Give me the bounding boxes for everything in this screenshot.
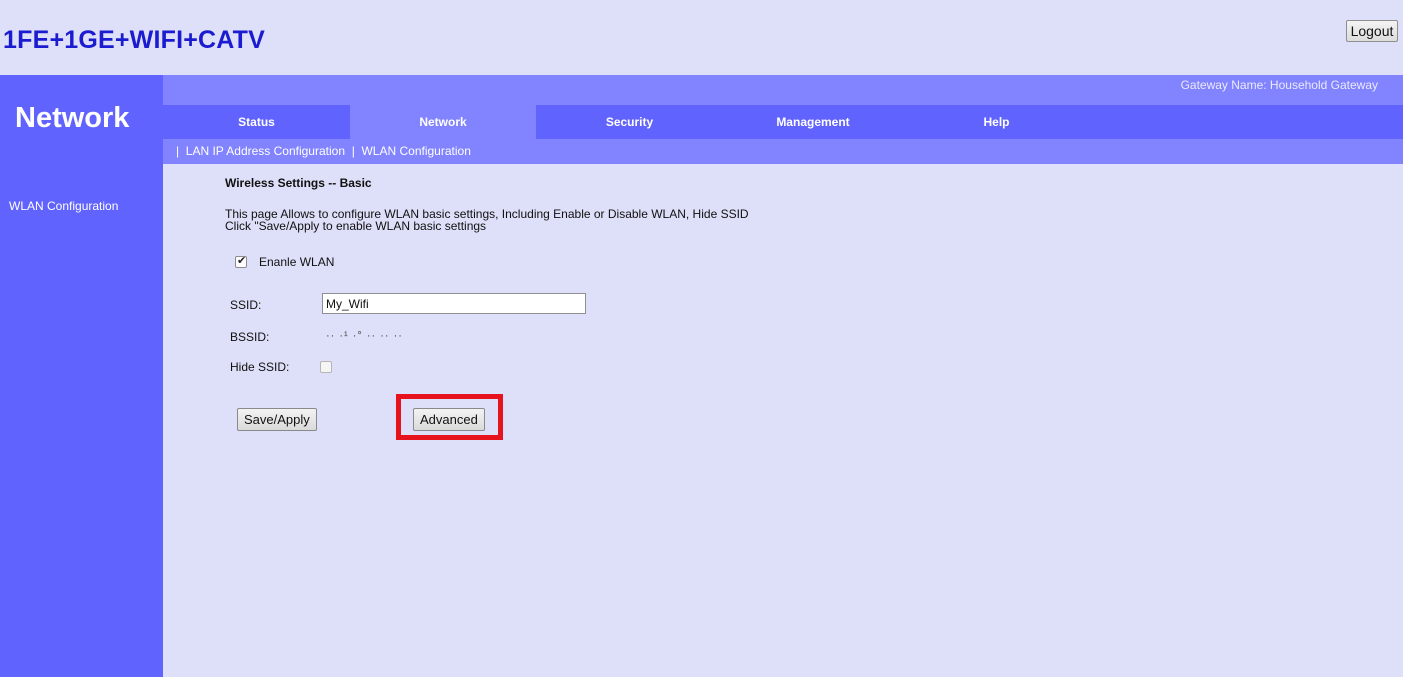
description: This page Allows to configure WLAN basic… (225, 208, 749, 232)
advanced-button[interactable]: Advanced (413, 408, 485, 431)
sidebar-item-wlan-configuration[interactable]: WLAN Configuration (9, 199, 118, 213)
enable-wlan-row: ✔ Enanle WLAN (235, 254, 335, 269)
sidebar: Network WLAN Configuration (0, 75, 163, 677)
main-nav: Status Network Security Management Help (163, 105, 1403, 139)
checkmark-icon: ✔ (237, 254, 247, 267)
sub-nav-wlan-config[interactable]: WLAN Configuration (361, 144, 470, 158)
sub-nav: | LAN IP Address Configuration | WLAN Co… (163, 139, 1403, 164)
bssid-label: BSSID: (230, 330, 270, 344)
tab-management[interactable]: Management (723, 105, 903, 139)
sub-nav-separator: | (176, 144, 180, 158)
hide-ssid-checkbox[interactable] (320, 361, 332, 373)
tab-security[interactable]: Security (536, 105, 723, 139)
enable-wlan-label: Enanle WLAN (259, 255, 335, 269)
tab-help[interactable]: Help (903, 105, 1090, 139)
tab-status[interactable]: Status (163, 105, 350, 139)
tab-network[interactable]: Network (350, 105, 536, 139)
section-title: Wireless Settings -- Basic (225, 176, 372, 190)
main-content: Wireless Settings -- Basic This page All… (163, 164, 1403, 677)
description-line-2: Click "Save/Apply to enable WLAN basic s… (225, 219, 487, 233)
ssid-input[interactable] (322, 293, 586, 314)
save-apply-button[interactable]: Save/Apply (237, 408, 317, 431)
device-title: 1FE+1GE+WIFI+CATV (3, 26, 266, 54)
gateway-bar: Gateway Name: Household Gateway (163, 75, 1403, 105)
enable-wlan-checkbox[interactable]: ✔ (235, 254, 247, 268)
sidebar-title: Network (15, 102, 130, 134)
ssid-label: SSID: (230, 298, 262, 312)
bssid-value: ·· ·¹ ·° ·· ·· ·· (326, 330, 403, 342)
gateway-name: Gateway Name: Household Gateway (1180, 78, 1378, 92)
sub-nav-separator: | (351, 144, 355, 158)
sub-nav-links: | LAN IP Address Configuration | WLAN Co… (176, 144, 471, 158)
top-header: 1FE+1GE+WIFI+CATV Logout (0, 0, 1403, 75)
logout-button[interactable]: Logout (1346, 20, 1398, 42)
sub-nav-lan-ip-config[interactable]: LAN IP Address Configuration (186, 144, 345, 158)
hide-ssid-label: Hide SSID: (230, 360, 290, 374)
